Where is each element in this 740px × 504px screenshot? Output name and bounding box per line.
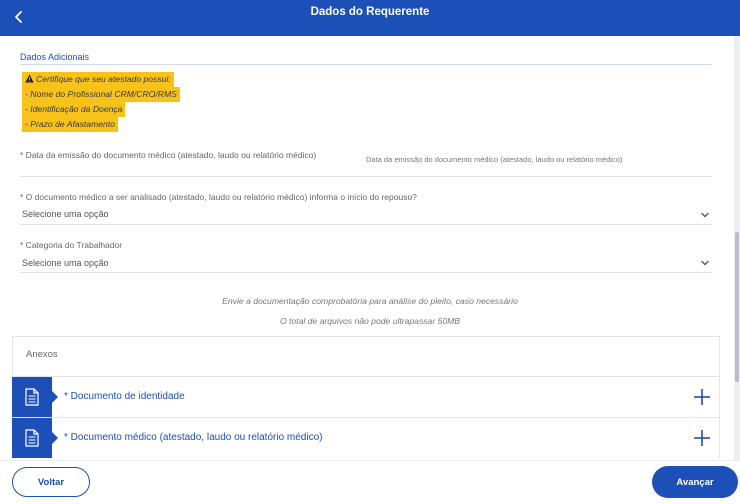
emission-date-label: * Data da emissão do documento médico (a… [20,150,317,160]
worker-category-select[interactable]: Selecione uma opção [22,258,109,268]
doc-badge [12,377,58,417]
back-step-button[interactable]: Voltar [12,467,90,497]
section-divider [20,64,712,65]
warning-line: - Identificação da Doença [22,102,126,117]
warning-text: Certifique que seu atestado possui: [36,74,171,84]
section-title: Dados Adicionais [20,52,90,62]
next-step-button[interactable]: Avançar [652,466,738,498]
scrollbar[interactable] [734,36,740,460]
field-divider [20,224,712,225]
header-bar: Dados do Requerente [0,0,740,36]
document-icon [25,429,39,447]
annex-label: * Documento de identidade [64,391,185,402]
rest-start-select[interactable]: Selecione uma opção [22,209,109,219]
worker-category-label: * Categoria do Trabalhador [20,240,123,250]
emission-date-input[interactable]: Data da emissão do documento médico (ate… [366,155,622,164]
annex-label: * Documento médico (atestado, laudo ou r… [64,432,323,443]
field-divider [20,272,712,273]
rest-start-label: * O documento médico a ser analisado (at… [20,192,417,202]
warning-line: - Prazo de Afastamento [22,117,118,132]
doc-badge [12,418,58,458]
warning-line: - Nome do Profissional CRM/CRO/RMS [22,87,180,102]
warning-icon [25,74,34,83]
footer-bar [0,460,740,504]
plus-icon[interactable] [692,428,712,448]
scrollbar-thumb[interactable] [735,232,739,382]
warning-box: Certifique que seu atestado possui: - No… [22,72,180,132]
annex-item-identity[interactable]: * Documento de identidade [12,376,720,417]
info-text: O total de arquivos não pode ultrapassar… [279,316,461,326]
info-text: Envie a documentação comprobatória para … [222,296,518,306]
chevron-down-icon[interactable] [700,258,710,268]
plus-icon[interactable] [692,387,712,407]
warning-line: Certifique que seu atestado possui: [22,72,174,87]
chevron-down-icon[interactable] [700,210,710,220]
document-icon [25,388,39,406]
annex-title: Anexos [26,349,58,360]
page-title: Dados do Requerente [310,6,430,18]
annex-item-medical[interactable]: * Documento médico (atestado, laudo ou r… [12,417,720,458]
field-divider [20,176,712,177]
